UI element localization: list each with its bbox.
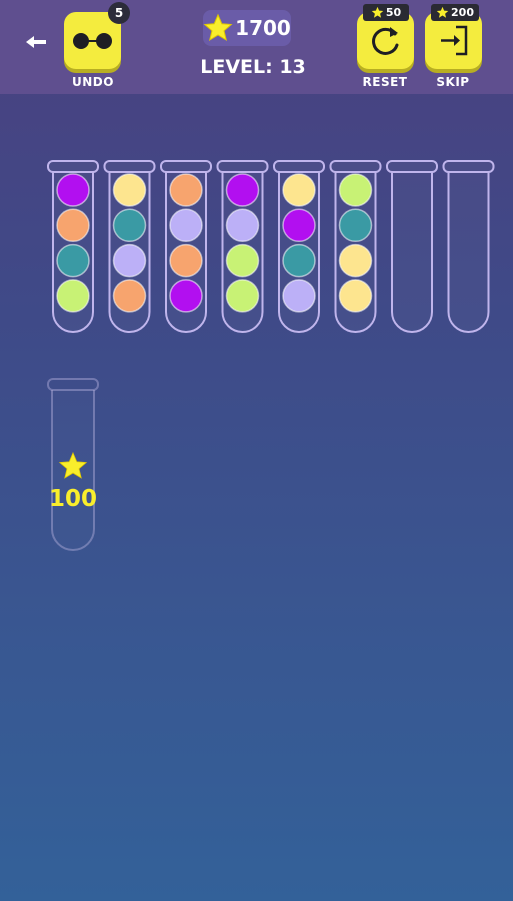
tube[interactable] (216, 160, 269, 333)
tube-lip (273, 160, 325, 173)
ball-purple (225, 173, 260, 207)
ball-lavender (282, 279, 316, 313)
tube-lip (442, 160, 495, 173)
tube[interactable] (103, 160, 156, 333)
ball-yellow (112, 173, 147, 207)
ball-lavender (225, 208, 260, 243)
ball-lime (225, 243, 260, 278)
ball-orange (169, 173, 203, 207)
ball-purple (56, 173, 90, 207)
ball-teal (338, 208, 373, 243)
ball-lavender (169, 208, 203, 243)
ball-teal (112, 208, 147, 243)
tube-lip (386, 160, 438, 173)
tube-lip (329, 160, 382, 173)
tube[interactable] (442, 160, 495, 333)
tube[interactable] (160, 160, 212, 333)
ball-yellow (338, 243, 373, 278)
ball-lime (56, 279, 90, 313)
ball-orange (56, 208, 90, 243)
tube-body (391, 171, 433, 333)
bonus-tube-reward: 100 (48, 486, 97, 512)
ball-yellow (338, 279, 373, 313)
tube-lip (47, 160, 99, 173)
ball-purple (169, 279, 203, 313)
tube[interactable] (329, 160, 382, 333)
ball-orange (169, 243, 203, 278)
tube-body (447, 171, 490, 333)
ball-teal (282, 243, 316, 278)
tube[interactable] (273, 160, 325, 333)
tube-lip (103, 160, 156, 173)
tube[interactable] (386, 160, 438, 333)
ball-orange (112, 279, 147, 313)
ball-yellow (282, 173, 316, 207)
tube-lip (47, 378, 99, 391)
ball-lavender (112, 243, 147, 278)
tube-lip (160, 160, 212, 173)
star-icon (58, 451, 88, 479)
ball-lime (338, 173, 373, 207)
ball-lime (225, 279, 260, 313)
ball-teal (56, 243, 90, 278)
tube[interactable] (47, 160, 99, 333)
ball-purple (282, 208, 316, 243)
tube-lip (216, 160, 269, 173)
